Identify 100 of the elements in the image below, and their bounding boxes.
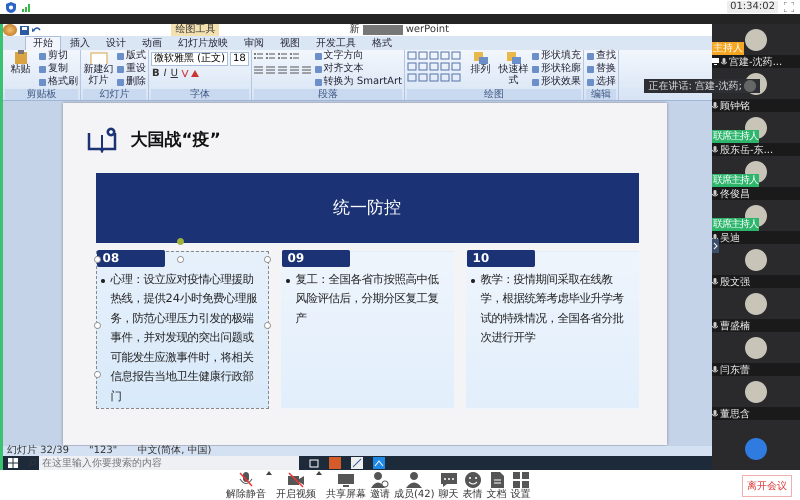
- toolbar-button[interactable]: 聊天: [438, 470, 459, 500]
- toolbar-button[interactable]: 解除静音: [226, 470, 266, 500]
- shapes-gallery-icon[interactable]: [407, 50, 464, 84]
- ribbon-button[interactable]: 转换为 SmartArt: [314, 76, 402, 88]
- search-field[interactable]: 在这里输入你要搜索的内容: [39, 456, 299, 470]
- task-view-icon[interactable]: [309, 458, 319, 468]
- ribbon-button[interactable]: 快速样式: [498, 50, 530, 86]
- app-icon[interactable]: [373, 457, 385, 469]
- meeting-timer: 01:34:02: [727, 1, 778, 13]
- list-icon[interactable]: [278, 52, 288, 62]
- avatar-placeholder: [745, 381, 767, 403]
- people-icon: [405, 470, 424, 488]
- app-icon[interactable]: [351, 457, 363, 469]
- font-name-field[interactable]: 微软雅黑 (正文): [151, 52, 228, 66]
- speaking-text: 正在讲话: 宫建-沈药;: [648, 80, 742, 93]
- ribbon-button[interactable]: 版式: [116, 50, 146, 62]
- avatar-placeholder: [745, 337, 767, 359]
- role-badge: 联席主持人: [712, 130, 759, 143]
- microphone-icon: [712, 322, 718, 330]
- participant-name: 闫东蕾: [720, 364, 750, 376]
- resize-handle[interactable]: [94, 370, 100, 378]
- camera-off-icon: [287, 470, 305, 488]
- microphone-icon: [712, 146, 718, 154]
- number-tag: 09: [282, 250, 350, 266]
- ribbon-tab[interactable]: 格式: [365, 37, 399, 50]
- windows-icon[interactable]: [8, 458, 18, 468]
- bullet-text: 复工：全国各省市按照高中低风险评估后，分期分区复工复产: [296, 270, 440, 326]
- list-icon[interactable]: [290, 52, 300, 62]
- participant-name: 佟俊昌: [720, 188, 750, 200]
- ribbon-tab[interactable]: 开发工具: [309, 37, 363, 50]
- participant-name: 殷文强: [720, 276, 750, 288]
- format-button[interactable]: I: [162, 69, 168, 79]
- avatar-placeholder: [745, 438, 767, 460]
- window-title: 新: [350, 24, 360, 36]
- ribbon-button[interactable]: 粘贴: [5, 50, 36, 75]
- toolbar-button[interactable]: 文档: [486, 470, 507, 500]
- toolbar-button[interactable]: 设置: [510, 470, 531, 500]
- list-icon[interactable]: [254, 52, 264, 62]
- format-button[interactable]: U: [170, 69, 179, 79]
- align-icon[interactable]: [302, 65, 312, 75]
- participant-name: 曹盛楠: [720, 320, 750, 332]
- resize-handle[interactable]: [264, 322, 270, 328]
- resize-handle[interactable]: [94, 322, 100, 328]
- font-color-icon[interactable]: [190, 69, 199, 79]
- ribbon-button[interactable]: 对齐文本: [314, 63, 402, 75]
- resize-handle[interactable]: [264, 256, 270, 262]
- resize-handle[interactable]: [176, 256, 184, 262]
- ribbon-button[interactable]: 文字方向: [314, 50, 402, 62]
- banner-heading: 统一防控: [96, 172, 638, 242]
- office-button[interactable]: [3, 24, 17, 36]
- context-tab-label: 绘图工具: [171, 24, 220, 36]
- status-text: 中文(简体, 中国): [137, 446, 212, 456]
- ribbon-button[interactable]: 选择: [586, 76, 616, 88]
- font-size-field[interactable]: 18: [230, 52, 249, 66]
- resize-handle[interactable]: [94, 256, 100, 262]
- participant-name: 顾钟铭: [720, 100, 750, 112]
- leave-meeting-button[interactable]: 离开会议: [742, 475, 792, 497]
- align-icon[interactable]: [266, 65, 276, 75]
- highlight-icon[interactable]: [180, 69, 189, 79]
- toolbar-button[interactable]: 共享屏幕: [326, 470, 366, 500]
- ribbon-tab[interactable]: 视图: [273, 37, 307, 50]
- ribbon-tab[interactable]: 审阅: [237, 37, 271, 50]
- ribbon-button[interactable]: 形状填充: [531, 50, 582, 62]
- toolbar-button[interactable]: 邀请: [370, 470, 390, 500]
- ribbon-button[interactable]: 新建幻灯片: [83, 50, 114, 86]
- microphone-icon: [712, 366, 718, 374]
- save-icon[interactable]: [20, 26, 29, 34]
- status-text: 幻灯片 32/39: [7, 446, 69, 456]
- group-label: 编辑: [586, 89, 616, 100]
- fullscreen-icon[interactable]: [784, 2, 794, 12]
- ribbon-tab[interactable]: 插入: [63, 37, 97, 50]
- align-icon[interactable]: [254, 65, 264, 75]
- ribbon-button[interactable]: 重设: [116, 63, 146, 75]
- avatar-placeholder: [745, 293, 767, 315]
- ribbon-tab[interactable]: 开始: [25, 36, 61, 50]
- group-label: 幻灯片: [83, 89, 146, 100]
- status-text: "123": [89, 446, 118, 456]
- ribbon-tab[interactable]: 动画: [135, 37, 169, 50]
- group-label: 剪贴板: [5, 89, 78, 100]
- ribbon-tab[interactable]: 设计: [99, 37, 133, 50]
- book-icon: [86, 126, 116, 152]
- ribbon-button[interactable]: 替换: [586, 63, 616, 75]
- ribbon-tab[interactable]: 幻灯片放映: [171, 37, 235, 50]
- list-icon[interactable]: [266, 52, 276, 62]
- ribbon-button[interactable]: 格式刷: [38, 76, 78, 88]
- ribbon-button[interactable]: 复制: [38, 63, 78, 75]
- bullet-icon: [100, 278, 104, 282]
- ribbon-button[interactable]: 形状效果: [531, 76, 582, 88]
- ribbon-button[interactable]: 排列: [465, 50, 496, 75]
- align-icon[interactable]: [278, 65, 288, 75]
- undo-icon[interactable]: [32, 26, 41, 34]
- ribbon-button[interactable]: 查找: [586, 50, 616, 62]
- ribbon-button[interactable]: 剪切: [38, 50, 78, 62]
- ribbon-button[interactable]: 形状轮廓: [531, 63, 582, 75]
- toolbar-button[interactable]: 开启视频: [276, 470, 316, 500]
- toolbar-button[interactable]: 成员(42): [394, 470, 435, 500]
- toolbar-button[interactable]: 表情: [462, 470, 483, 500]
- align-icon[interactable]: [290, 65, 300, 75]
- format-button[interactable]: B: [151, 69, 161, 79]
- ribbon-button[interactable]: 删除: [116, 76, 146, 88]
